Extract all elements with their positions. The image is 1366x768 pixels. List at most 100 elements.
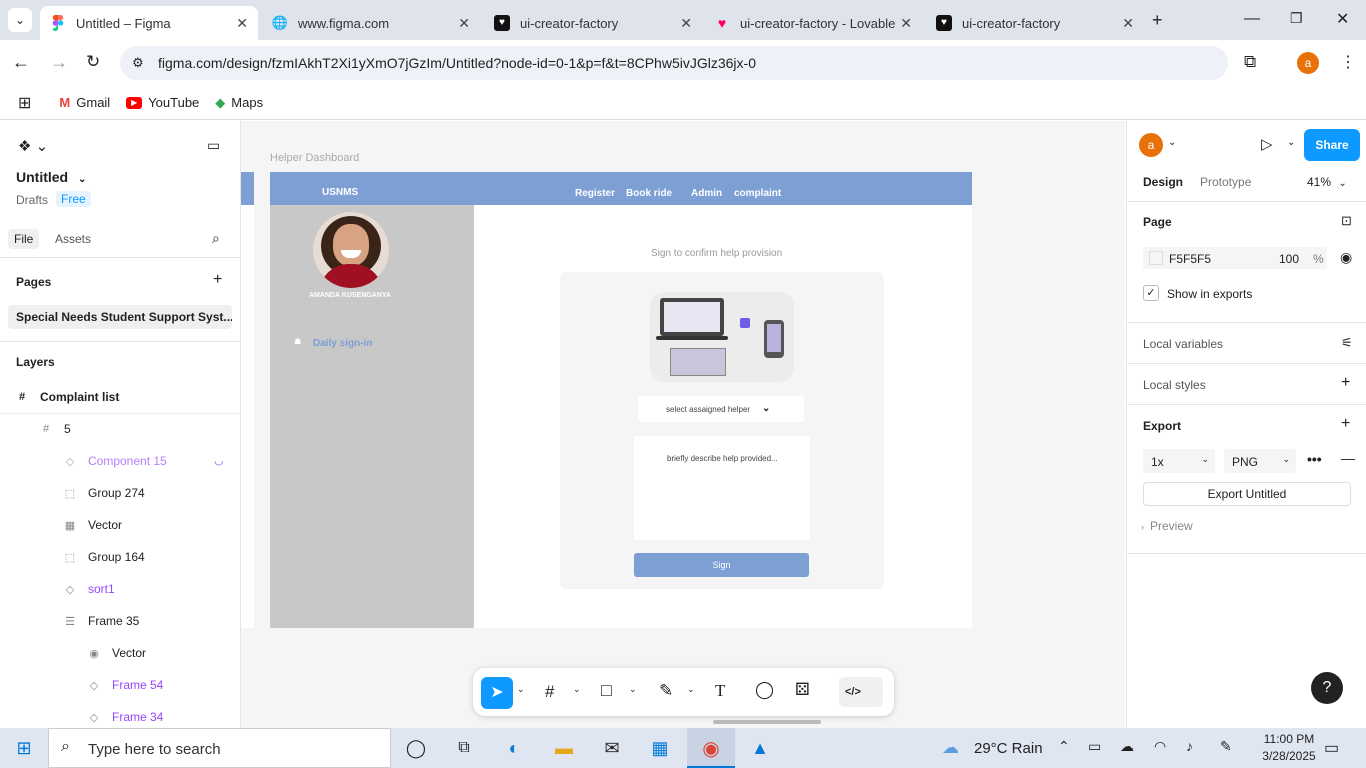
reload-icon[interactable]: ↻ [86,52,100,72]
taskbar-date[interactable]: 3/28/2025 [1256,749,1322,763]
file-title[interactable]: Untitled ⌄ [16,169,86,185]
weather-text[interactable]: 29°C Rain [974,740,1043,757]
layer-vector[interactable]: ▦ Vector [64,509,122,541]
page-item[interactable]: Special Needs Student Support Syst... [8,305,232,329]
tab-figma-home[interactable]: 🌐 www.figma.com ✕ [262,6,480,40]
present-play-icon[interactable]: ▷ [1261,135,1273,153]
nav-book-ride[interactable]: Book ride [626,188,672,199]
figma-canvas[interactable]: Helper Dashboard USNMS Register Book rid… [241,121,1125,728]
close-tab-icon[interactable]: ✕ [458,15,470,32]
tab-assets[interactable]: Assets [55,232,91,246]
text-tool-icon[interactable]: T [715,681,725,701]
visibility-eye-icon[interactable]: ◉ [1340,249,1352,266]
windows-start-icon[interactable]: ⊞ [10,734,38,762]
bookmark-gmail[interactable]: M Gmail [59,95,110,110]
forward-icon[interactable]: → [50,52,68,73]
close-tab-icon[interactable]: ✕ [236,15,248,32]
move-tool-icon[interactable]: ➤ [481,677,513,709]
page-settings-icon[interactable]: ⊡ [1341,213,1352,229]
horizontal-scrollbar[interactable] [713,720,821,724]
add-page-icon[interactable]: + [213,271,222,289]
chevron-down-icon[interactable]: ⌄ [1168,137,1176,148]
layer-5[interactable]: #5 [40,413,71,445]
hidden-eye-icon[interactable]: ◡ [214,454,224,467]
drafts-label[interactable]: Drafts [16,193,48,207]
chevron-down-icon[interactable]: ⌄ [1287,137,1295,148]
store-icon[interactable]: ▦ [646,734,674,762]
cortana-icon[interactable]: ◯ [402,734,430,762]
layer-frame-54[interactable]: ◇ Frame 54 [88,669,164,701]
zoom-level[interactable]: 41% ⌄ [1307,175,1347,189]
apps-grid-icon[interactable]: ⊞ [18,93,31,113]
restore-icon[interactable]: ❐ [1290,10,1303,27]
help-button[interactable]: ? [1311,672,1343,704]
browser-menu-icon[interactable]: ⋮ [1340,52,1356,72]
tab-ui-creator-factory[interactable]: ♥ ui-creator-factory ✕ [484,6,702,40]
weather-icon[interactable]: ☁ [942,738,959,758]
actions-tool-icon[interactable]: ⚄ [795,680,810,700]
close-tab-icon[interactable]: ✕ [1122,15,1134,32]
close-tab-icon[interactable]: ✕ [900,15,912,32]
taskbar-time[interactable]: 11:00 PM [1256,732,1322,746]
layer-sort1[interactable]: ◇ sort1 [64,573,115,605]
site-info-icon[interactable]: ⚙ [132,55,144,71]
sidebar-daily-sign-in[interactable]: Daily sign-in [313,338,372,349]
helper-dashboard-frame[interactable]: USNMS Register Book ride Admin complaint… [270,172,972,628]
color-swatch[interactable] [1149,251,1163,265]
chevron-up-icon[interactable]: ⌃ [1058,738,1070,755]
url-bar[interactable]: ⚙ figma.com/design/fzmIAkhT2Xi1yXmO7jGzI… [120,46,1228,80]
remove-export-icon[interactable]: — [1341,450,1355,466]
tab-ui-creator-factory-2[interactable]: ♥ ui-creator-factory ✕ [926,6,1144,40]
layer-complaint-list[interactable]: # Complaint list [16,381,119,413]
photos-icon[interactable]: ▲ [746,734,774,762]
close-tab-icon[interactable]: ✕ [680,15,692,32]
dev-mode-toggle[interactable]: </> [839,677,883,707]
nav-admin[interactable]: Admin [691,188,722,199]
file-explorer-icon[interactable]: ▬ [550,734,578,762]
more-options-icon[interactable]: ••• [1307,451,1322,467]
page-fill-input[interactable]: F5F5F5 100 % [1143,247,1327,269]
export-format-select[interactable]: PNG ⌄ [1224,449,1296,473]
layer-group-164[interactable]: ⬚ Group 164 [64,541,145,573]
rectangle-tool-icon[interactable]: □ [601,680,612,701]
figma-main-menu-icon[interactable]: ❖ ⌄ [18,137,48,155]
share-button[interactable]: Share [1304,129,1360,161]
export-scale-select[interactable]: 1x ⌄ [1143,449,1215,473]
wifi-icon[interactable]: ◠ [1154,738,1166,755]
task-view-icon[interactable]: ⧉ [450,734,478,762]
battery-icon[interactable]: ▭ [1088,738,1101,755]
chevron-down-icon[interactable]: ⌄ [629,684,637,695]
back-icon[interactable]: ← [12,52,30,73]
preview-toggle[interactable]: › Preview [1141,519,1193,533]
comment-tool-icon[interactable]: ◯ [755,680,774,700]
new-tab-icon[interactable]: + [1152,10,1163,31]
bookmark-youtube[interactable]: ▶ YouTube [126,95,199,110]
page-opacity-value[interactable]: 100 [1279,252,1299,266]
frame-tool-icon[interactable]: # [545,682,554,702]
frame-label[interactable]: Helper Dashboard [270,152,359,164]
add-export-icon[interactable]: + [1341,415,1350,433]
tab-lovable[interactable]: ♥ ui-creator-factory - Lovable ✕ [704,6,922,40]
tab-prototype[interactable]: Prototype [1200,175,1251,189]
toggle-sidebar-icon[interactable]: ▭ [207,137,220,154]
onedrive-icon[interactable]: ☁ [1120,738,1134,755]
taskbar-search-box[interactable]: ⌕ Type here to search [48,728,391,768]
pen-icon[interactable]: ✎ [1220,738,1232,755]
edge-icon[interactable]: ◐ [500,734,528,762]
nav-register[interactable]: Register [575,188,615,199]
layer-frame-35[interactable]: ☰ Frame 35 [64,605,139,637]
minimize-icon[interactable]: — [1244,10,1260,28]
tab-design[interactable]: Design [1143,175,1183,189]
add-style-icon[interactable]: + [1341,374,1350,392]
chrome-icon[interactable]: ◉ [697,734,725,762]
show-in-exports-checkbox[interactable]: ✓ [1143,285,1159,301]
tab-file[interactable]: File [8,229,40,249]
profile-avatar[interactable]: a [1297,52,1319,74]
window-close-icon[interactable]: ✕ [1336,9,1349,29]
tab-search-icon[interactable]: ⌄ [8,8,32,32]
sign-button[interactable]: Sign [634,553,809,577]
tab-figma[interactable]: Untitled – Figma ✕ [40,6,258,40]
search-icon[interactable]: ⌕ [212,230,220,247]
user-avatar[interactable]: a [1139,133,1163,157]
bookmark-maps[interactable]: ◆ Maps [215,95,263,111]
